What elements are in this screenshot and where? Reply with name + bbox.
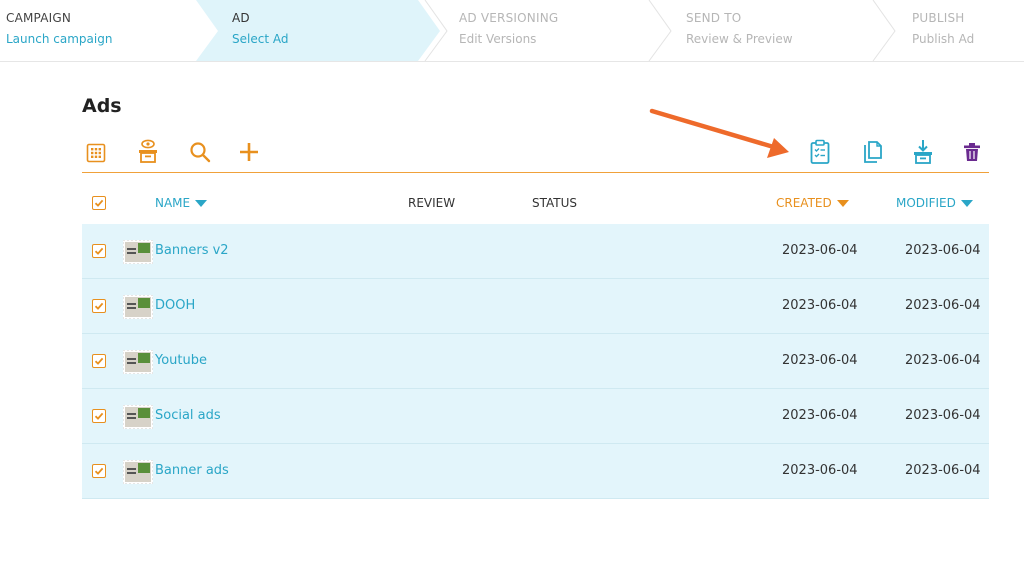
ads-table: Banners v2 2023-06-04 2023-06-04 DOOH 20… <box>82 224 989 499</box>
row-checkbox[interactable] <box>92 299 106 313</box>
modified-date: 2023-06-04 <box>905 353 981 368</box>
ad-thumbnail <box>123 350 153 374</box>
ad-thumbnail <box>123 460 153 484</box>
toolbar-divider <box>82 172 989 173</box>
created-date: 2023-06-04 <box>782 408 858 423</box>
column-modified-header[interactable]: MODIFIED <box>896 196 973 210</box>
step-campaign[interactable]: CAMPAIGN Launch campaign <box>6 0 186 61</box>
trash-icon[interactable] <box>962 141 982 163</box>
sort-down-icon <box>960 199 973 207</box>
table-row[interactable]: Banner ads 2023-06-04 2023-06-04 <box>82 444 989 499</box>
step-campaign-subtitle: Launch campaign <box>6 32 113 46</box>
modified-date: 2023-06-04 <box>905 243 981 258</box>
wizard-stepper: CAMPAIGN Launch campaign AD Select Ad AD… <box>0 0 1024 62</box>
step-separator <box>872 0 896 62</box>
preview-box-icon[interactable] <box>136 138 160 164</box>
modified-date: 2023-06-04 <box>905 408 981 423</box>
step-publish-subtitle: Publish Ad <box>912 32 975 46</box>
table-row[interactable]: Social ads 2023-06-04 2023-06-04 <box>82 389 989 444</box>
step-ad-versioning[interactable]: AD VERSIONING Edit Versions <box>459 0 639 61</box>
table-row[interactable]: DOOH 2023-06-04 2023-06-04 <box>82 279 989 334</box>
created-date: 2023-06-04 <box>782 463 858 478</box>
search-icon[interactable] <box>188 140 212 164</box>
column-review-header: REVIEW <box>408 196 455 210</box>
step-campaign-title: CAMPAIGN <box>6 11 72 25</box>
created-date: 2023-06-04 <box>782 353 858 368</box>
modified-date: 2023-06-04 <box>905 298 981 313</box>
step-publish-title: PUBLISH <box>912 11 965 25</box>
created-date: 2023-06-04 <box>782 298 858 313</box>
step-ad-subtitle: Select Ad <box>232 32 289 46</box>
clipboard-checklist-icon[interactable] <box>808 138 832 166</box>
step-ad-title: AD <box>232 11 250 25</box>
step-ad-versioning-title: AD VERSIONING <box>459 11 559 25</box>
ad-name-link[interactable]: Social ads <box>155 408 221 423</box>
add-icon[interactable] <box>237 140 261 164</box>
column-review-label: REVIEW <box>408 196 456 210</box>
table-row[interactable]: Banners v2 2023-06-04 2023-06-04 <box>82 224 989 279</box>
modified-date: 2023-06-04 <box>905 463 981 478</box>
download-box-icon[interactable] <box>911 138 935 166</box>
annotation-arrow-icon <box>649 108 789 158</box>
ad-thumbnail <box>123 240 153 264</box>
column-name-label: NAME <box>155 196 191 210</box>
column-created-header[interactable]: CREATED <box>776 196 849 210</box>
step-ad-versioning-subtitle: Edit Versions <box>459 32 537 46</box>
step-separator <box>648 0 672 62</box>
step-send-to[interactable]: SEND TO Review & Preview <box>686 0 866 61</box>
table-row[interactable]: Youtube 2023-06-04 2023-06-04 <box>82 334 989 389</box>
created-date: 2023-06-04 <box>782 243 858 258</box>
grid-view-icon[interactable] <box>85 142 107 164</box>
column-status-label: STATUS <box>532 196 578 210</box>
column-modified-label: MODIFIED <box>896 196 956 210</box>
sort-down-icon <box>195 199 208 207</box>
duplicate-icon[interactable] <box>861 140 885 164</box>
column-created-label: CREATED <box>776 196 832 210</box>
select-all-checkbox[interactable] <box>92 196 106 210</box>
column-name-header[interactable]: NAME <box>155 196 208 210</box>
sort-down-icon <box>836 199 849 207</box>
step-ad[interactable]: AD Select Ad <box>232 0 412 61</box>
ad-name-link[interactable]: Banners v2 <box>155 243 229 258</box>
ad-thumbnail <box>123 295 153 319</box>
ad-name-link[interactable]: Youtube <box>155 353 207 368</box>
table-header: NAME REVIEW STATUS CREATED MODIFIED <box>82 185 989 223</box>
row-checkbox[interactable] <box>92 409 106 423</box>
page-title: Ads <box>82 95 122 117</box>
row-checkbox[interactable] <box>92 354 106 368</box>
ad-name-link[interactable]: Banner ads <box>155 463 229 478</box>
row-checkbox[interactable] <box>92 464 106 478</box>
column-status-header: STATUS <box>532 196 577 210</box>
step-publish[interactable]: PUBLISH Publish Ad <box>912 0 1022 61</box>
ad-name-link[interactable]: DOOH <box>155 298 195 313</box>
row-checkbox[interactable] <box>92 244 106 258</box>
ad-thumbnail <box>123 405 153 429</box>
step-send-to-title: SEND TO <box>686 11 742 25</box>
step-send-to-subtitle: Review & Preview <box>686 32 793 46</box>
